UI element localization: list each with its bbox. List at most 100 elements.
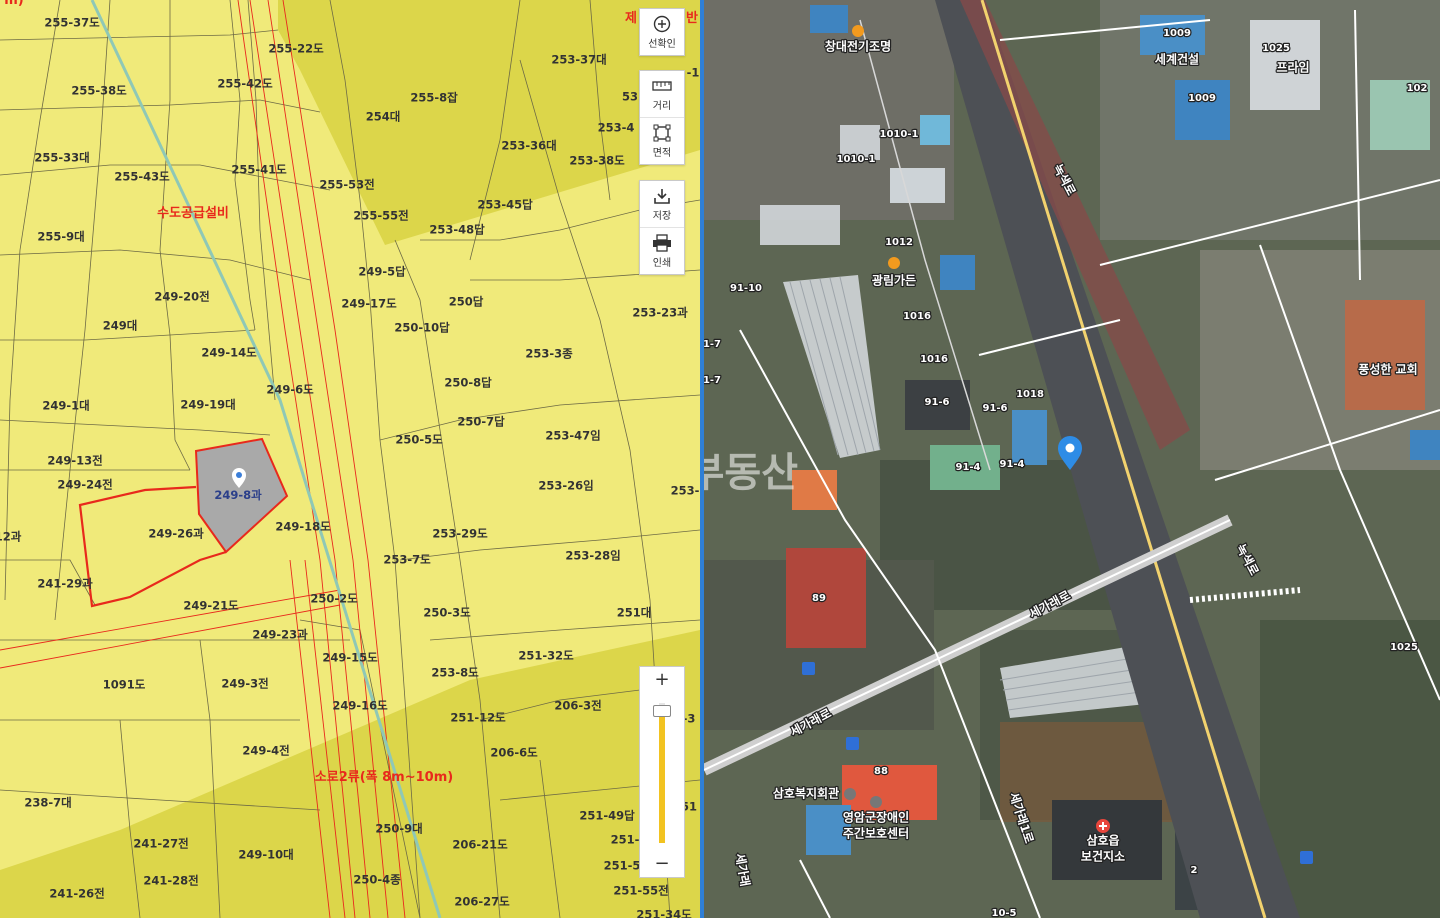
plus-circle-icon <box>651 15 673 33</box>
shop-poi-icon[interactable] <box>852 25 864 37</box>
select-check-label: 선확인 <box>648 38 676 50</box>
poi-label: 풍성한 교회 <box>1358 362 1417 377</box>
parcel-label: 249-14도 <box>201 346 257 360</box>
parcel-label: 206-21도 <box>452 838 508 852</box>
lot-number-label: 1009 <box>1188 93 1216 104</box>
parcel-label: 255-53전 <box>319 178 374 192</box>
parcel-label: 251-12도 <box>450 711 506 725</box>
parcel-label: 249-24전 <box>57 478 112 492</box>
satellite-map[interactable]: 1009 1009 1010-1 1010-1 1012 91-10 1016 1016 101… <box>704 0 1440 918</box>
parcel-label: 249-19대 <box>180 398 235 412</box>
bus-stop-icon[interactable] <box>802 662 815 675</box>
print-label: 인쇄 <box>652 257 672 269</box>
parcel-label: 255-22도 <box>268 42 324 56</box>
poi-label: 주간보호센터 <box>843 826 909 841</box>
parcel-label: 206-27도 <box>454 895 510 909</box>
print-button[interactable]: 인쇄 <box>640 228 684 274</box>
lot-number-label: 1016 <box>903 311 931 322</box>
parcel-label: 253- <box>671 484 700 498</box>
bus-stop-icon[interactable] <box>1300 851 1313 864</box>
lot-number-label: 1025 <box>1390 642 1418 653</box>
selected-parcel-label: 249-8과 <box>214 488 262 502</box>
top-zone-fragment: 제 <box>625 11 637 26</box>
lot-number-label: 10-5 <box>991 908 1016 918</box>
parcel-label: 251- <box>611 833 640 847</box>
parcel-label: 206-3전 <box>554 699 601 713</box>
lot-number-label: 102 <box>1407 83 1428 94</box>
cadastral-canvas: 255-37도 255-22도 255-38도 255-42도 255-8잡 254대 25… <box>0 0 700 918</box>
parcel-label: 249-16도 <box>332 699 388 713</box>
lot-number-label: 1-7 <box>704 375 721 386</box>
printer-icon <box>651 233 673 252</box>
parcel-label: 253-38도 <box>569 154 625 168</box>
parcel-label: 249-26과 <box>148 527 204 541</box>
zoom-handle[interactable] <box>653 705 671 717</box>
parcel-label: 253-8도 <box>431 666 479 680</box>
zoom-in-button[interactable]: + <box>640 667 684 691</box>
lot-number-label: 1010-1 <box>880 129 919 140</box>
parcel-label: 250-2도 <box>310 592 358 606</box>
parcel-label: 249-6도 <box>266 383 314 397</box>
lot-number-label: 1025 <box>1262 43 1290 54</box>
distance-label: 거리 <box>652 100 672 112</box>
map-compare-view: 255-37도 255-22도 255-38도 255-42도 255-8잡 254대 25… <box>0 0 1440 918</box>
area-button[interactable]: 면적 <box>640 118 684 164</box>
restaurant-poi-icon[interactable] <box>888 257 900 269</box>
tool-group-measure: 거리 면적 <box>639 70 685 165</box>
parcel-label: 251-34도 <box>636 908 692 918</box>
area-label: 면적 <box>652 147 672 159</box>
parcel-label: 1091도 <box>103 678 146 692</box>
parcel-label: 255-8잡 <box>410 91 458 105</box>
parcel-label: 12과 <box>0 530 22 544</box>
distance-button[interactable]: 거리 <box>640 71 684 118</box>
parcel-label: 253-7도 <box>383 553 431 567</box>
zoom-control: + − <box>639 666 685 878</box>
parcel-label: 253-45답 <box>477 198 533 212</box>
top-zone-fragment-2: 반 <box>686 10 698 26</box>
parcel-label: 53 <box>622 90 638 104</box>
parcel-label: 238-7대 <box>24 796 71 810</box>
lot-number-label: 91-6 <box>982 403 1007 414</box>
save-button[interactable]: 저장 <box>640 181 684 228</box>
parcel-label: 253-48답 <box>429 223 485 237</box>
poi-label: 삼호읍 <box>1086 833 1119 848</box>
poi-label: 영암군장애인 <box>843 810 909 825</box>
lot-number-label: 1012 <box>885 237 913 248</box>
area-icon <box>651 124 673 142</box>
poi-label: 광림가든 <box>872 273 916 288</box>
parcel-label: 206-6도 <box>490 746 538 760</box>
parcel-label: 241-26전 <box>49 887 104 901</box>
parcel-label: 253-26임 <box>538 479 593 493</box>
hall-poi-icon[interactable] <box>844 788 856 800</box>
parcel-label: 249-3전 <box>221 677 268 691</box>
parcel-label: 253-29도 <box>432 527 488 541</box>
facility-poi-icon[interactable] <box>870 796 882 808</box>
lot-number-label: 1018 <box>1016 389 1044 400</box>
poi-label: 프라임 <box>1276 60 1309 75</box>
parcel-label: 255-37도 <box>44 16 100 30</box>
parcel-label: 241-27전 <box>133 837 188 851</box>
parcel-label: 251대 <box>617 606 652 620</box>
parcel-label: 253-3종 <box>525 347 573 361</box>
bus-stop-icon[interactable] <box>846 737 859 750</box>
lot-number-label: 89 <box>812 593 826 604</box>
parcel-label: 249-5답 <box>358 265 406 279</box>
ruler-icon <box>651 77 673 95</box>
parcel-label: 253-4 <box>598 121 635 135</box>
parcel-label: 249-4전 <box>242 744 289 758</box>
lot-number-label: 91-6 <box>924 397 949 408</box>
parcel-label: 249-13전 <box>47 454 102 468</box>
zoom-out-button[interactable]: − <box>640 851 684 875</box>
parcel-label: 241-28전 <box>143 874 198 888</box>
parcel-label: 253-47임 <box>545 429 600 443</box>
cadastral-map[interactable]: 255-37도 255-22도 255-38도 255-42도 255-8잡 254대 25… <box>0 0 700 918</box>
parcel-label: 253-23과 <box>632 306 688 320</box>
water-facility-label: 수도공급설비 <box>157 206 229 221</box>
parcel-label: 249대 <box>103 319 138 333</box>
tool-group-output: 저장 인쇄 <box>639 180 685 275</box>
parcel-label: 253-37대 <box>551 53 606 67</box>
download-icon <box>651 187 673 205</box>
parcel-label: 250-10답 <box>394 321 450 335</box>
select-check-button[interactable]: 선확인 <box>640 9 684 55</box>
parcel-label: 249-15도 <box>322 651 378 665</box>
